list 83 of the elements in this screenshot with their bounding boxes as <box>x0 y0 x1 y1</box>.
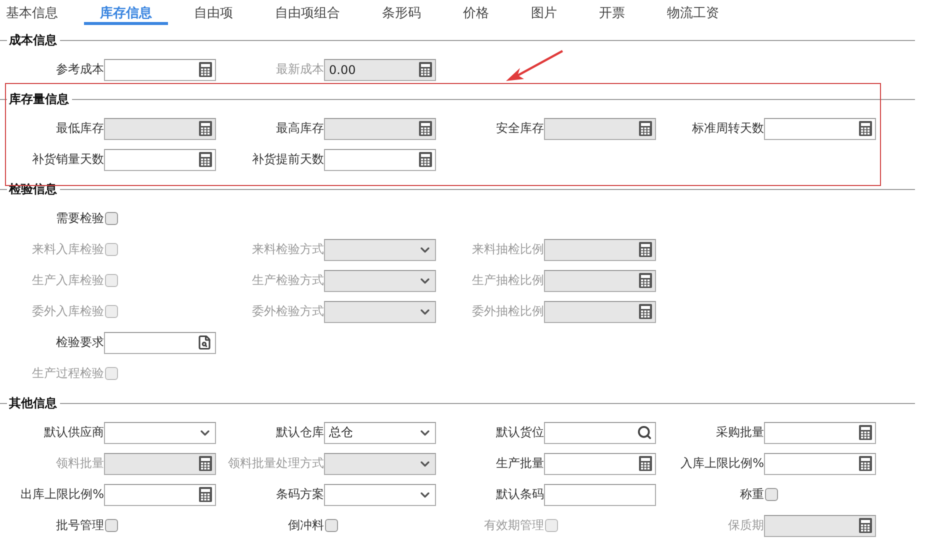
tab[interactable]: 条形码 <box>366 0 437 25</box>
field-label: 称重 <box>739 486 764 503</box>
field-label: 保质期 <box>727 517 764 534</box>
number-field[interactable] <box>764 422 876 444</box>
tab[interactable]: 价格 <box>447 0 505 25</box>
field-label: 参考成本 <box>55 61 104 78</box>
field-label: 倒冲料 <box>287 517 324 534</box>
field-label: 条码方案 <box>275 486 324 503</box>
tab[interactable]: 图片 <box>515 0 573 25</box>
number-field[interactable] <box>104 58 216 80</box>
calculator-icon[interactable] <box>859 425 872 440</box>
tab[interactable]: 开票 <box>583 0 641 25</box>
checkbox[interactable] <box>105 212 118 225</box>
field-label: 有效期管理 <box>483 517 544 534</box>
field-label: 需要检验 <box>55 210 104 227</box>
field-label: 最新成本 <box>275 61 324 78</box>
search-field[interactable] <box>544 422 656 444</box>
section-title: 成本信息 <box>8 32 58 48</box>
field-label: 采购批量 <box>715 424 764 441</box>
search-icon[interactable] <box>637 425 652 440</box>
field-label: 默认仓库 <box>275 424 324 441</box>
field-label: 最低库存 <box>55 120 104 137</box>
calculator-icon[interactable] <box>199 62 212 77</box>
field-label: 委外检验方式 <box>251 303 324 320</box>
tab[interactable]: 库存信息 <box>84 0 168 25</box>
calculator-icon[interactable] <box>199 121 212 136</box>
number-field[interactable] <box>324 118 436 140</box>
number-field[interactable] <box>324 148 436 170</box>
number-field[interactable] <box>764 118 876 140</box>
field-label: 生产抽检比例 <box>471 272 544 289</box>
calculator-icon[interactable] <box>419 152 432 167</box>
field-label: 领料批量处理方式 <box>227 455 324 472</box>
input-field[interactable] <box>544 484 656 506</box>
field-label: 默认供应商 <box>43 424 104 441</box>
field-label: 领料批量 <box>55 455 104 472</box>
field-label: 生产过程检验 <box>31 365 104 382</box>
checkbox[interactable] <box>765 488 778 501</box>
field-label: 默认条码 <box>495 486 544 503</box>
field-label: 安全库存 <box>495 120 544 137</box>
field-label: 生产批量 <box>495 455 544 472</box>
field-label: 来料抽检比例 <box>471 241 544 258</box>
field-label: 批号管理 <box>55 517 104 534</box>
number-field[interactable] <box>104 118 216 140</box>
field-label: 入库上限比例% <box>680 455 764 472</box>
number-field[interactable] <box>544 452 656 474</box>
section-title: 库存量信息 <box>8 90 70 108</box>
tab[interactable]: 基本信息 <box>0 0 74 25</box>
field-label: 委外抽检比例 <box>471 303 544 320</box>
tab[interactable]: 物流工资 <box>651 0 735 25</box>
field-label: 生产入库检验 <box>31 272 104 289</box>
field-label: 生产检验方式 <box>251 272 324 289</box>
section-title: 其他信息 <box>8 394 58 412</box>
field-label: 补货销量天数 <box>31 151 104 168</box>
field-label: 来料检验方式 <box>251 241 324 258</box>
dropdown-field[interactable] <box>324 484 436 506</box>
calculator-icon[interactable] <box>639 456 652 471</box>
annotation-arrow-icon <box>504 48 564 84</box>
field-label: 来料入库检验 <box>31 241 104 258</box>
tab[interactable]: 自由项组合 <box>259 0 356 25</box>
field-label: 标准周转天数 <box>691 120 764 137</box>
number-field[interactable] <box>764 452 876 474</box>
checkbox[interactable] <box>105 519 118 532</box>
tab[interactable]: 自由项 <box>178 0 249 25</box>
field-label: 委外入库检验 <box>31 303 104 320</box>
checkbox[interactable] <box>325 519 338 532</box>
calculator-icon[interactable] <box>199 487 212 502</box>
dropdown-field[interactable]: 总仓 <box>324 422 436 444</box>
calculator-icon[interactable] <box>199 152 212 167</box>
number-field[interactable] <box>104 148 216 170</box>
field-label: 最高库存 <box>275 120 324 137</box>
field-label: 出库上限比例% <box>20 486 104 503</box>
field-label: 默认货位 <box>495 424 544 441</box>
field-label: 检验要求 <box>55 334 104 351</box>
calculator-icon[interactable] <box>859 121 872 136</box>
lookup-field[interactable] <box>104 332 216 354</box>
document-search-icon[interactable] <box>197 335 212 350</box>
dropdown-field[interactable] <box>104 422 216 444</box>
number-field[interactable] <box>104 484 216 506</box>
number-field[interactable] <box>544 118 656 140</box>
calculator-icon[interactable] <box>419 121 432 136</box>
field-label: 补货提前天数 <box>251 151 324 168</box>
calculator-icon[interactable] <box>859 456 872 471</box>
calculator-icon[interactable] <box>639 121 652 136</box>
